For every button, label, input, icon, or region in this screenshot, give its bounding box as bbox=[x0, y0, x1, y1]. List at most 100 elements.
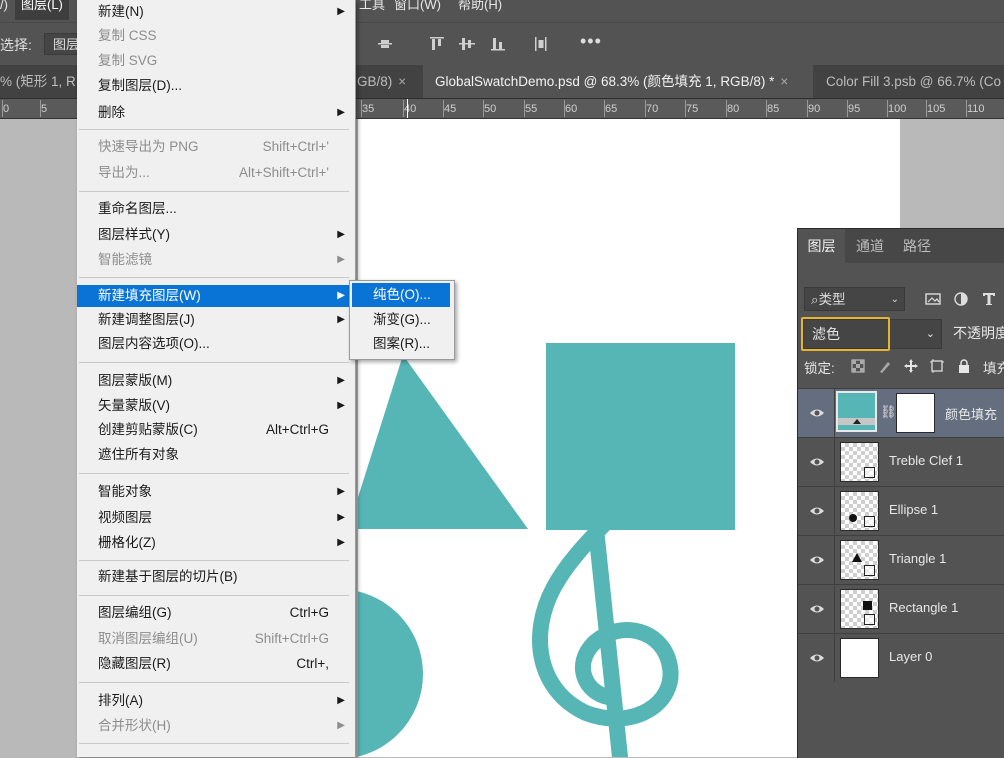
layer-row-color-fill[interactable]: ⛓ 颜色填充 bbox=[798, 388, 1004, 437]
tab-label: GlobalSwatchDemo.psd @ 68.3% (颜色填充 1, RG… bbox=[435, 74, 775, 89]
tab-paths[interactable]: 路径 bbox=[896, 229, 938, 263]
ruler-label: 0 bbox=[3, 103, 10, 115]
menu-duplicate-layer[interactable]: 复制图层(D)... bbox=[77, 75, 351, 97]
distribute-icon[interactable] bbox=[532, 35, 550, 53]
layers-panel: 图层 通道 路径 ⌕类型 ⌄ 滤色 ⌄ 不透明度 锁定: 填充 ⛓ 颜色填充 T… bbox=[797, 228, 1004, 758]
submenu-arrow-icon: ▶ bbox=[337, 107, 345, 118]
menu-delete[interactable]: 删除 ▶ bbox=[77, 102, 351, 124]
menu-create-clipping-mask[interactable]: 创建剪贴蒙版(C) Alt+Ctrl+G bbox=[77, 419, 351, 441]
menu-video-layers[interactable]: 视频图层 ▶ bbox=[77, 507, 351, 529]
visibility-eye-icon[interactable] bbox=[809, 405, 825, 421]
layer-row-rectangle[interactable]: Rectangle 1 bbox=[798, 584, 1004, 633]
ruler-label: 105 bbox=[927, 103, 946, 115]
submenu-gradient[interactable]: 渐变(G)... bbox=[352, 308, 450, 332]
menu-item-layer[interactable]: 图层(L) bbox=[15, 0, 69, 20]
layer-thumbnail bbox=[840, 540, 879, 580]
more-options-icon[interactable]: ••• bbox=[580, 31, 602, 52]
type-filter-icon[interactable] bbox=[981, 291, 997, 307]
ellipse-shape bbox=[358, 591, 423, 757]
align-bottom-icon[interactable] bbox=[489, 35, 507, 53]
opacity-label: 不透明度 bbox=[953, 325, 1004, 341]
ruler-label: 60 bbox=[565, 103, 578, 115]
menu-item-previous[interactable]: /) bbox=[0, 0, 8, 20]
menu-vector-mask[interactable]: 矢量蒙版(V) ▶ bbox=[77, 395, 351, 417]
ruler-label: 65 bbox=[605, 103, 618, 115]
lock-artboard-icon[interactable] bbox=[929, 358, 945, 374]
menu-arrange[interactable]: 排列(A) ▶ bbox=[77, 690, 351, 712]
visibility-eye-icon[interactable] bbox=[809, 650, 825, 666]
tab-global-swatch-demo[interactable]: GlobalSwatchDemo.psd @ 68.3% (颜色填充 1, RG… bbox=[423, 65, 813, 98]
layer-thumbnail bbox=[840, 589, 879, 629]
menu-combine-shapes: 合并形状(H) ▶ bbox=[77, 715, 351, 737]
image-filter-icon[interactable] bbox=[925, 291, 941, 307]
tab-channels[interactable]: 通道 bbox=[849, 229, 891, 263]
layers-panel-tabs: 图层 通道 路径 bbox=[798, 229, 1004, 263]
lock-image-pixels-icon[interactable] bbox=[877, 358, 893, 374]
menu-item-tools[interactable]: 工具 bbox=[359, 0, 385, 20]
tab-color-fill-3[interactable]: Color Fill 3.psb @ 66.7% (Co bbox=[813, 65, 1004, 98]
align-middle-icon[interactable] bbox=[458, 35, 476, 53]
menu-ungroup-layers: 取消图层编组(U) Shift+Ctrl+G bbox=[98, 631, 329, 646]
layer-name: 颜色填充 bbox=[945, 407, 998, 422]
menu-mask-all-objects[interactable]: 遮住所有对象 bbox=[77, 444, 351, 466]
close-icon[interactable]: × bbox=[398, 74, 406, 89]
tab-layers[interactable]: 图层 bbox=[798, 229, 845, 263]
menu-rename-layer[interactable]: 重命名图层... bbox=[77, 198, 351, 220]
visibility-eye-icon[interactable] bbox=[809, 454, 825, 470]
menu-rasterize[interactable]: 栅格化(Z) ▶ bbox=[77, 532, 351, 554]
chevron-down-icon: ⌄ bbox=[890, 294, 899, 305]
ruler-label: 40 bbox=[404, 103, 417, 115]
adjustment-filter-icon[interactable] bbox=[953, 291, 969, 307]
lock-position-move-icon[interactable] bbox=[903, 358, 919, 374]
ruler-label: 85 bbox=[767, 103, 780, 115]
ruler-label: 5 bbox=[41, 103, 48, 115]
layer-mask-thumbnail[interactable] bbox=[896, 393, 935, 433]
tab-rectangle-doc[interactable]: % (矩形 1, R bbox=[0, 65, 75, 98]
ruler-label: 100 bbox=[888, 103, 907, 115]
menu-layer-content-options[interactable]: 图层内容选项(O)... bbox=[77, 333, 351, 355]
layer-row-treble-clef[interactable]: Treble Clef 1 bbox=[798, 437, 1004, 486]
ruler-label: 90 bbox=[808, 103, 821, 115]
menu-new-adjustment-layer[interactable]: 新建调整图层(J) ▶ bbox=[77, 309, 351, 331]
menu-layer-style[interactable]: 图层样式(Y) ▶ bbox=[77, 224, 351, 246]
menu-new-fill-layer[interactable]: 新建填充图层(W) ▶ bbox=[77, 285, 351, 307]
layer-name: Rectangle 1 bbox=[889, 600, 959, 615]
layer-name: Layer 0 bbox=[889, 649, 933, 664]
menu-new-layer-based-slice[interactable]: 新建基于图层的切片(B) bbox=[77, 566, 351, 588]
close-icon[interactable]: × bbox=[780, 74, 788, 89]
link-chain-icon[interactable]: ⛓ bbox=[880, 404, 897, 420]
menu-item-help[interactable]: 帮助(H) bbox=[458, 0, 502, 20]
submenu-pattern[interactable]: 图案(R)... bbox=[352, 332, 450, 356]
submenu-arrow-icon: ▶ bbox=[337, 486, 345, 497]
ruler-label: 95 bbox=[848, 103, 861, 115]
menu-group-layers[interactable]: 图层编组(G) Ctrl+G bbox=[77, 602, 351, 624]
fill-layer-submenu: 纯色(O)... 渐变(G)... 图案(R)... bbox=[349, 280, 455, 360]
menu-item-window[interactable]: 窗口(W) bbox=[394, 0, 441, 20]
lock-transparent-pixels-icon[interactable] bbox=[850, 358, 866, 374]
layer-menu-dropdown: 新建(N) ▶ 复制 CSS 复制 SVG 复制图层(D)... 删除 ▶ 快速导出… bbox=[77, 0, 356, 757]
visibility-eye-icon[interactable] bbox=[809, 503, 825, 519]
layer-thumbnail bbox=[840, 638, 879, 678]
layer-row-ellipse[interactable]: Ellipse 1 bbox=[798, 486, 1004, 535]
menu-copy-svg: 复制 SVG bbox=[98, 53, 158, 68]
tab-partial-doc[interactable]: GB/8) × bbox=[355, 65, 425, 98]
menu-new[interactable]: 新建(N) ▶ bbox=[77, 1, 351, 23]
fill-color-thumbnail[interactable] bbox=[836, 391, 877, 432]
layer-filter-dropdown[interactable]: ⌕类型 ⌄ bbox=[804, 287, 905, 311]
visibility-eye-icon[interactable] bbox=[809, 601, 825, 617]
layer-row-triangle[interactable]: Triangle 1 bbox=[798, 535, 1004, 584]
lock-all-icon[interactable] bbox=[956, 358, 972, 374]
visibility-eye-icon[interactable] bbox=[809, 552, 825, 568]
ruler-label: 110 bbox=[967, 103, 985, 115]
menu-hide-layers[interactable]: 隐藏图层(R) Ctrl+, bbox=[77, 653, 351, 675]
align-vertical-center-icon[interactable] bbox=[376, 35, 394, 53]
menu-smart-object[interactable]: 智能对象 ▶ bbox=[77, 481, 351, 503]
menu-layer-mask[interactable]: 图层蒙版(M) ▶ bbox=[77, 370, 351, 392]
submenu-arrow-icon: ▶ bbox=[337, 254, 345, 265]
layer-row-layer-0[interactable]: Layer 0 bbox=[798, 633, 1004, 682]
ruler-label: 35 bbox=[362, 103, 375, 115]
submenu-arrow-icon: ▶ bbox=[337, 314, 345, 325]
layer-thumbnail bbox=[840, 491, 879, 531]
submenu-solid-color[interactable]: 纯色(O)... bbox=[352, 283, 450, 307]
align-top-icon[interactable] bbox=[428, 35, 446, 53]
